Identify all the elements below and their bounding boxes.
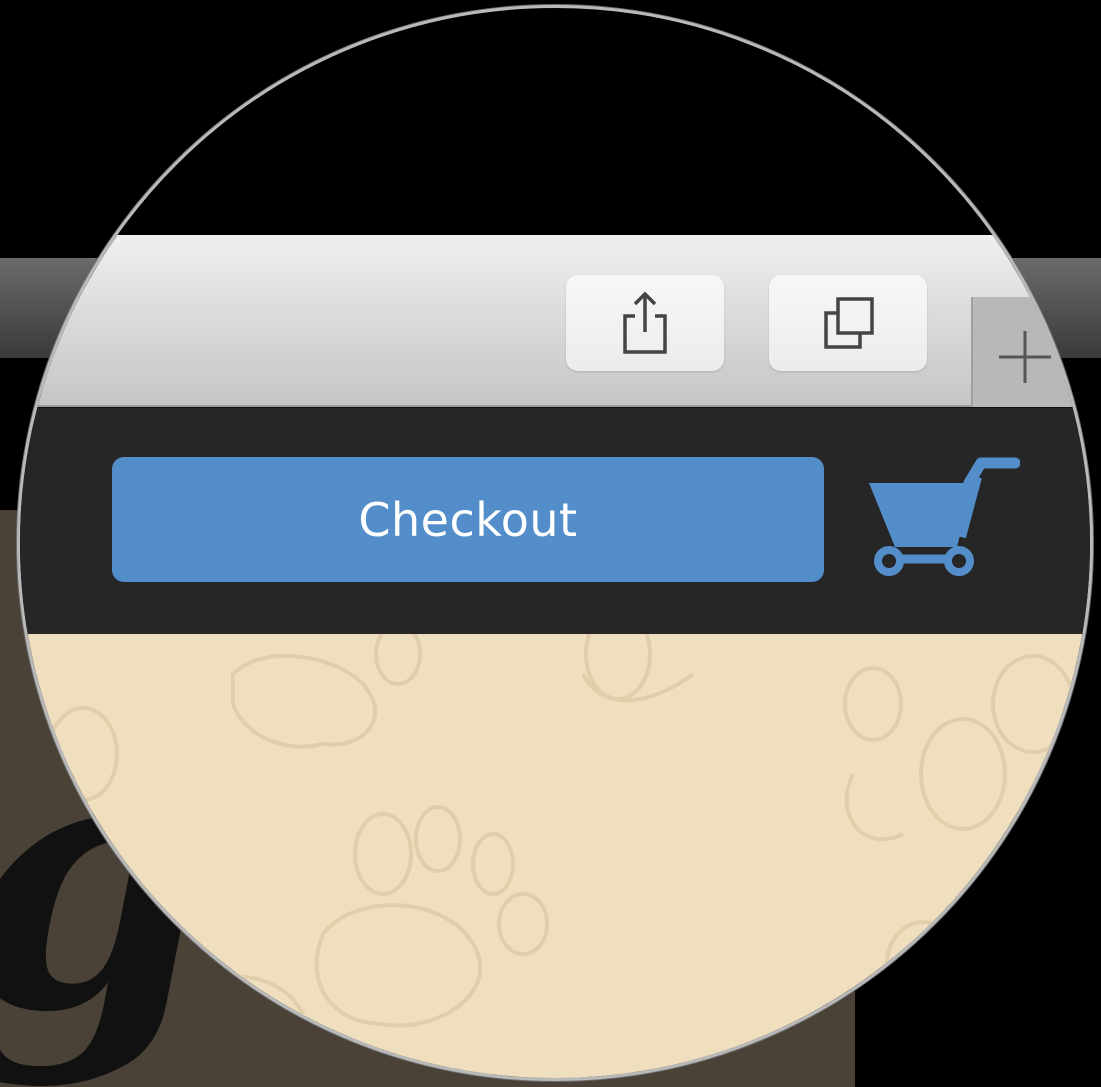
magnified-screenshot: g [0,0,1101,1087]
show-tabs-button[interactable] [769,275,927,371]
shopping-cart-icon[interactable] [865,457,1020,582]
new-tab-button[interactable] [971,297,1090,407]
share-button[interactable] [566,275,724,371]
magnifier-lens: Checkout [17,5,1093,1081]
page-content [20,634,1090,1078]
share-icon [623,291,667,354]
tabs-icon [824,297,874,349]
browser-toolbar [20,235,1090,407]
plus-icon [999,331,1051,383]
checkout-button[interactable]: Checkout [112,457,824,582]
paw-print-pattern [31,634,1079,1028]
